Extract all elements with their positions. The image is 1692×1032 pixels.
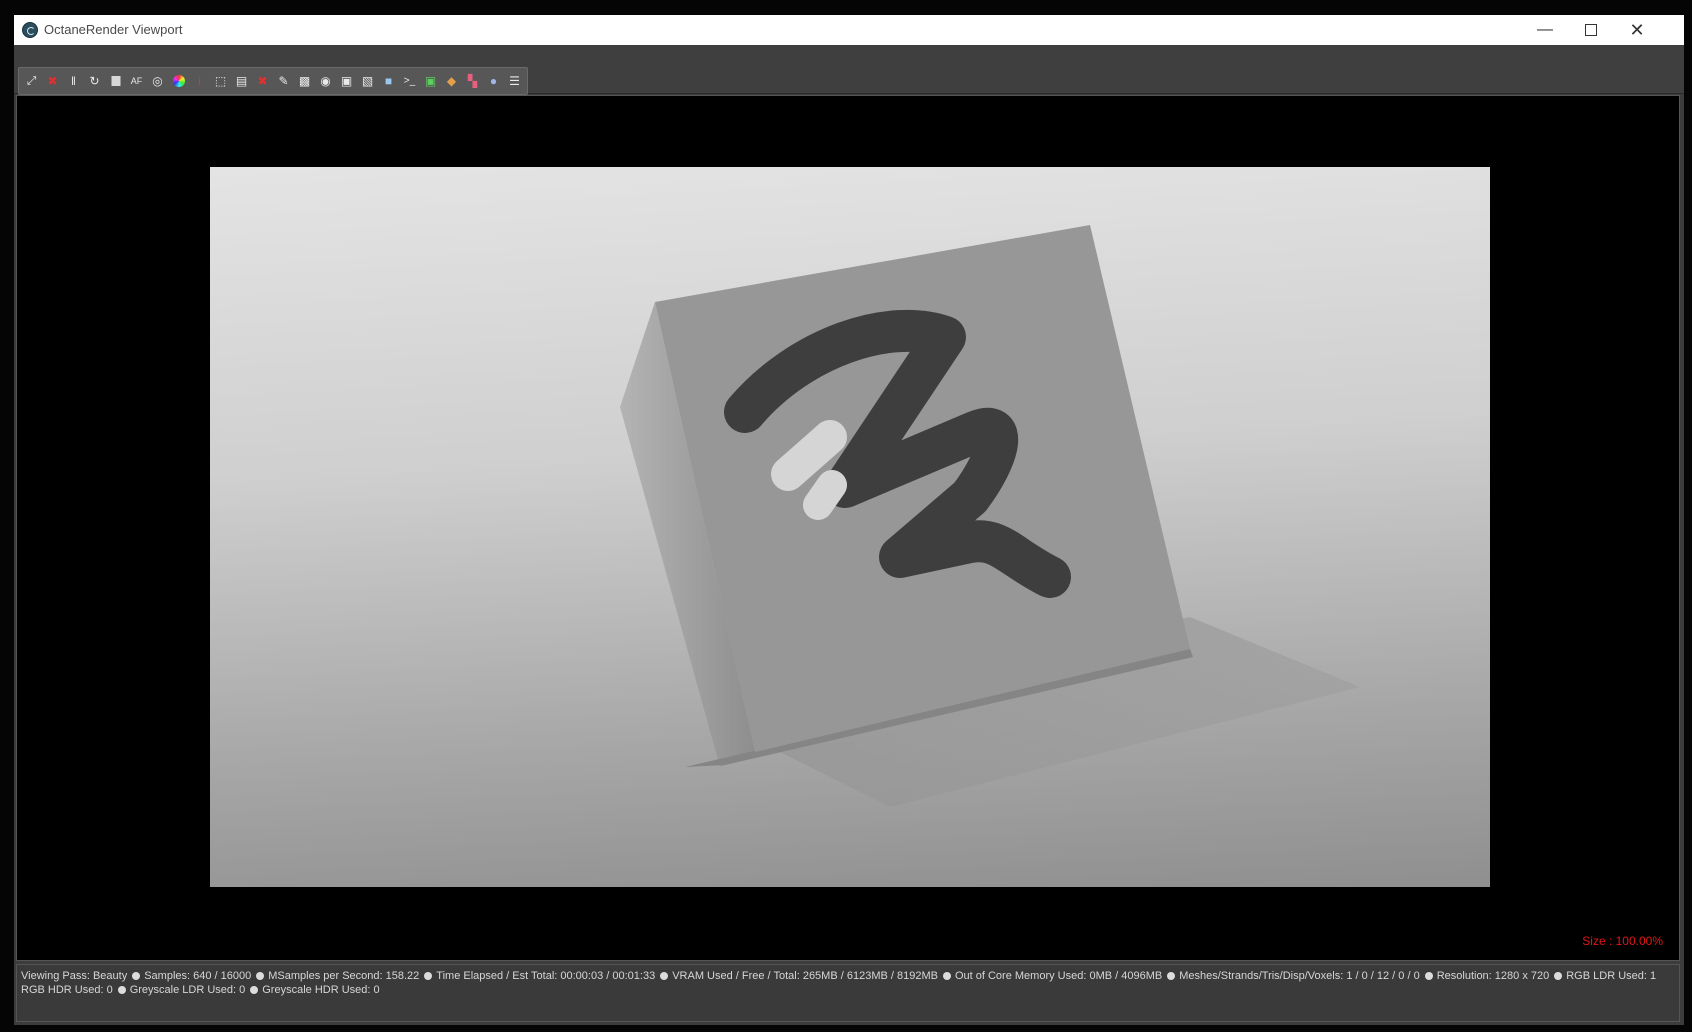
film-region-icon: ▤ [235, 74, 248, 88]
separator-dot [250, 986, 259, 994]
render-status-bar: Viewing Pass: Beauty Samples: 640 / 16000… [16, 964, 1680, 1022]
status-samples: Samples: 640 / 16000 [144, 970, 252, 982]
clay-mode-button[interactable]: ▩ [295, 71, 314, 91]
region-render-button[interactable]: ⬚ [211, 71, 230, 91]
close-button[interactable]: ✕ [1614, 15, 1660, 45]
status-time-elapsed: Time Elapsed / Est Total: 00:00:03 / 00:… [436, 970, 656, 982]
recenter-view-button[interactable]: ⤢ [22, 71, 41, 91]
status-msamples: MSamples per Second: 158.22 [268, 970, 420, 982]
octane-app-icon [22, 22, 38, 38]
status-line-1: Viewing Pass: Beauty Samples: 640 / 16000… [21, 969, 1675, 983]
live-db-icon: ◆ [446, 74, 457, 88]
world-coordinate-button[interactable]: ◎ [148, 71, 167, 91]
checker-icon: ▚ [467, 74, 478, 88]
info-icon: i [198, 74, 201, 88]
restart-render-icon: ↻ [89, 74, 100, 88]
export-passes-icon: ▧ [361, 74, 374, 88]
stop-square-button[interactable] [106, 71, 125, 91]
recenter-view-icon: ⤢ [26, 73, 37, 88]
console-icon: >_ [403, 75, 416, 87]
status-resolution: Resolution: 1280 x 720 [1436, 970, 1550, 982]
world-coordinate-icon: ◎ [152, 74, 163, 88]
network-button[interactable]: ● [484, 71, 503, 91]
size-zoom-label: Size : 100.00% [1582, 934, 1663, 948]
separator-dot [660, 972, 669, 980]
status-line-2: RGB HDR Used: 0 Greyscale LDR Used: 0 Grey… [21, 983, 1675, 997]
separator-dot [942, 972, 951, 980]
status-rgb-hdr: RGB HDR Used: 0 [21, 984, 113, 996]
separator-dot [256, 972, 265, 980]
status-vram: VRAM Used / Free / Total: 265MB / 6123MB… [672, 970, 938, 982]
network-icon: ● [489, 74, 498, 88]
settings-doc-button[interactable]: ☰ [505, 71, 524, 91]
pick-material-button[interactable]: ✎ [274, 71, 293, 91]
cube-view-button[interactable]: ■ [379, 71, 398, 91]
viewport-toolbar: ⤢ ✖ ‖ ↻ AF ◎ i ⬚ ▤ ✖ ✎ ▩ ◉ ▣ ▧ ■ >_ ▣ ◆ … [14, 46, 1684, 95]
stop-render-icon: ✖ [47, 74, 58, 88]
region-render-icon: ⬚ [214, 74, 227, 88]
maximize-icon [1585, 24, 1597, 36]
stop-render-button[interactable]: ✖ [43, 71, 62, 91]
gpu-monitor-icon: ▣ [424, 74, 437, 88]
live-db-button[interactable]: ◆ [442, 71, 461, 91]
separator-dot [117, 986, 126, 994]
status-viewing-pass: Viewing Pass: Beauty [21, 970, 128, 982]
viewport-window: OctaneRender Viewport — ✕ ⤢ ✖ ‖ ↻ AF ◎ i… [14, 15, 1684, 1025]
color-picker-icon [172, 75, 185, 87]
gpu-monitor-button[interactable]: ▣ [421, 71, 440, 91]
info-button[interactable]: i [190, 71, 209, 91]
close-icon: ✕ [1629, 19, 1645, 40]
status-grey-ldr: Greyscale LDR Used: 0 [129, 984, 246, 996]
minimize-button[interactable]: — [1522, 15, 1568, 45]
status-out-of-core: Out of Core Memory Used: 0MB / 4096MB [954, 970, 1163, 982]
autofocus-icon: AF [130, 76, 143, 86]
render-image[interactable] [210, 167, 1490, 887]
save-render-icon: ▣ [340, 74, 353, 88]
separator-dot [1424, 972, 1433, 980]
checker-button[interactable]: ▚ [463, 71, 482, 91]
settings-doc-icon: ☰ [509, 74, 520, 88]
window-title: OctaneRender Viewport [44, 22, 183, 37]
separator-dot [132, 972, 141, 980]
lock-viewport-icon: ✖ [257, 74, 268, 88]
console-button[interactable]: >_ [400, 71, 419, 91]
status-meshes: Meshes/Strands/Tris/Disp/Voxels: 1 / 0 /… [1179, 970, 1420, 982]
toolbar-button-strip: ⤢ ✖ ‖ ↻ AF ◎ i ⬚ ▤ ✖ ✎ ▩ ◉ ▣ ▧ ■ >_ ▣ ◆ … [18, 67, 528, 95]
autofocus-button[interactable]: AF [127, 71, 146, 91]
stop-square-icon [111, 76, 120, 86]
rendered-scene [620, 225, 1360, 807]
render-viewport[interactable]: Size : 100.00% [16, 95, 1680, 961]
clay-mode-icon: ▩ [298, 74, 311, 88]
pick-material-icon: ✎ [278, 74, 289, 88]
separator-dot [1554, 972, 1563, 980]
separator-dot [1167, 972, 1176, 980]
pause-render-icon: ‖ [71, 74, 76, 88]
cube-view-icon: ■ [384, 74, 393, 88]
minimize-icon: — [1537, 21, 1553, 38]
pause-render-button[interactable]: ‖ [64, 71, 83, 91]
color-picker-button[interactable] [169, 71, 188, 91]
status-rgb-ldr: RGB LDR Used: 1 [1566, 970, 1657, 982]
export-passes-button[interactable]: ▧ [358, 71, 377, 91]
restart-render-button[interactable]: ↻ [85, 71, 104, 91]
status-grey-hdr: Greyscale HDR Used: 0 [262, 984, 380, 996]
camera-view-icon: ◉ [320, 74, 331, 88]
maximize-button[interactable] [1568, 15, 1614, 45]
film-region-button[interactable]: ▤ [232, 71, 251, 91]
camera-view-button[interactable]: ◉ [316, 71, 335, 91]
save-render-button[interactable]: ▣ [337, 71, 356, 91]
separator-dot [424, 972, 433, 980]
lock-viewport-button[interactable]: ✖ [253, 71, 272, 91]
title-bar[interactable]: OctaneRender Viewport — ✕ [14, 15, 1684, 45]
